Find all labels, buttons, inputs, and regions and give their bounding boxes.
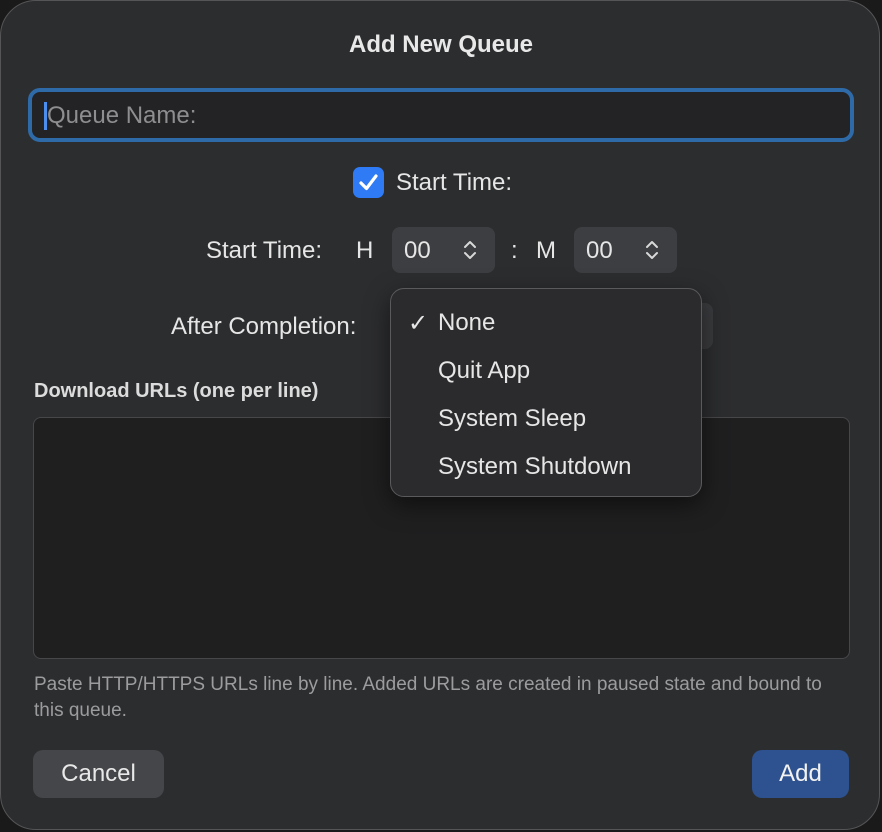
hour-stepper[interactable]: 00 (392, 227, 495, 273)
up-down-chevron-icon[interactable] (463, 238, 477, 262)
start-time-label: Start Time: (206, 237, 323, 264)
add-button[interactable]: Add (752, 750, 849, 798)
start-time-checkbox-label[interactable]: Start Time: (396, 169, 512, 197)
menu-item-label: Quit App (438, 357, 531, 384)
download-urls-help: Paste HTTP/HTTPS URLs line by line. Adde… (34, 674, 822, 721)
download-urls-label: Download URLs (one per line) (34, 380, 319, 402)
dialog-title: Add New Queue (348, 31, 534, 58)
queue-name-input[interactable]: Queue Name: (28, 88, 854, 142)
menu-item-label: System Sleep (438, 405, 587, 432)
menu-item-quit-app[interactable]: Quit App (391, 349, 701, 393)
menu-item-system-shutdown[interactable]: System Shutdown (391, 445, 701, 489)
time-separator: : (511, 237, 518, 264)
hour-value: 00 (404, 237, 431, 264)
minute-value: 00 (586, 237, 613, 264)
queue-name-placeholder: Queue Name: (47, 102, 197, 129)
menu-item-label: System Shutdown (438, 453, 632, 480)
after-completion-label: After Completion: (171, 313, 357, 340)
checkmark-icon: ✓ (408, 310, 429, 337)
start-time-checkbox[interactable] (353, 167, 384, 198)
up-down-chevron-icon[interactable] (645, 238, 659, 262)
menu-item-label: None (438, 309, 496, 336)
menu-item-none[interactable]: ✓ None (391, 301, 701, 345)
minute-stepper[interactable]: 00 (574, 227, 677, 273)
minute-label: M (536, 237, 556, 264)
menu-item-system-sleep[interactable]: System Sleep (391, 397, 701, 441)
checkmark-icon (359, 174, 378, 191)
after-completion-menu: ✓ None Quit App System Sleep System Shut… (390, 288, 702, 497)
add-queue-dialog: Add New Queue Queue Name: Start Time: St… (0, 0, 880, 830)
hour-label: H (356, 237, 374, 264)
cancel-button[interactable]: Cancel (33, 750, 164, 798)
